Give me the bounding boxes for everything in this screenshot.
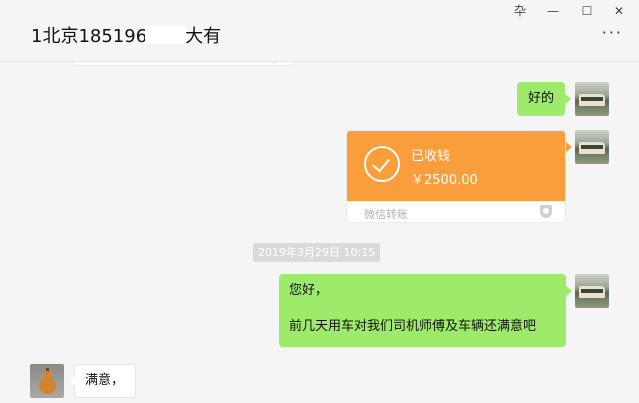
transfer-card-tail <box>566 142 572 152</box>
minimize-icon[interactable]: — <box>542 2 564 20</box>
transfer-card[interactable]: 已收钱 ￥2500.00 微信转账 <box>346 130 566 223</box>
contact-avatar[interactable] <box>30 364 64 398</box>
bus-image <box>579 142 605 154</box>
wechat-pay-shield-icon <box>540 205 552 218</box>
bus-image <box>579 286 605 298</box>
close-icon[interactable]: ✕ <box>608 2 630 20</box>
my-avatar[interactable] <box>575 130 609 164</box>
transfer-footer-label: 微信转账 <box>364 208 408 221</box>
chat-title-suffix: 大有 <box>185 26 222 47</box>
timestamp-divider: 2019年3月29日 10:15 <box>253 243 381 262</box>
message-list[interactable]: 好的 已收钱 ￥2500.00 微信转账 2019年3月29日 10:15 您好… <box>0 62 639 403</box>
message-text: 好的 <box>527 91 554 106</box>
more-dots-icon[interactable]: ··· <box>602 25 623 41</box>
gourd-bottom <box>39 378 56 394</box>
message-text: 满意， <box>85 373 125 388</box>
my-message-bubble[interactable]: 您好， 前几天用车对我们司机师傅及车辆还满意吧 <box>279 274 572 347</box>
my-message-bubble[interactable]: 好的 <box>517 82 571 116</box>
previous-message-icon <box>271 62 279 63</box>
my-avatar[interactable] <box>575 82 609 116</box>
previous-message-bubble <box>72 62 294 66</box>
transfer-status: 已收钱 <box>411 149 451 164</box>
chat-title-prefix: 1北京185196 <box>31 26 148 47</box>
my-avatar[interactable] <box>575 274 609 308</box>
message-text-line-1: 您好， <box>289 283 329 298</box>
title-bar: 1北京185196 大有 卆 — ☐ ✕ ··· <box>0 0 639 62</box>
message-text-line-2: 前几天用车对我们司机师傅及车辆还满意吧 <box>289 319 537 334</box>
bus-image <box>579 94 605 106</box>
chat-title: 1北京185196 大有 <box>31 22 221 48</box>
maximize-icon[interactable]: ☐ <box>576 2 598 20</box>
check-circle-icon <box>364 146 400 182</box>
transfer-amount: ￥2500.00 <box>411 173 478 188</box>
redaction-block <box>145 26 188 44</box>
pin-icon[interactable]: 卆 <box>509 2 531 20</box>
contact-message-bubble[interactable]: 满意， <box>69 364 136 398</box>
transfer-card-header: 已收钱 ￥2500.00 <box>347 131 565 201</box>
